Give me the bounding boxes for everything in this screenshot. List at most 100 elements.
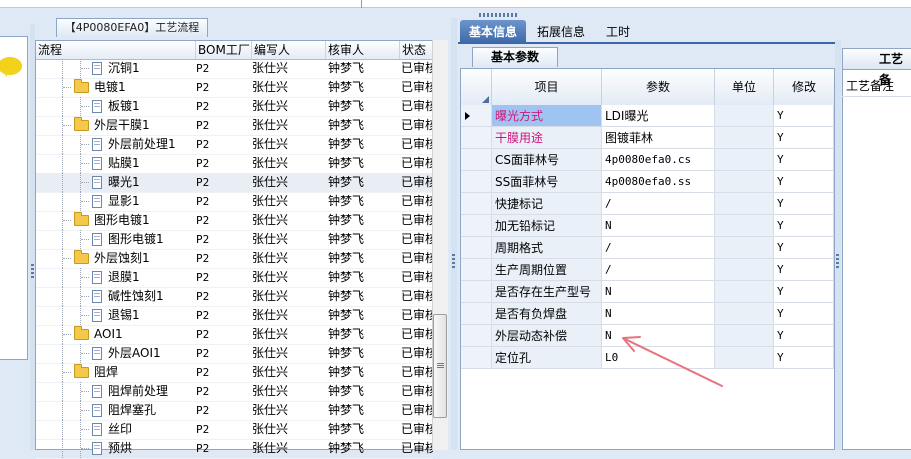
param-unit[interactable]	[715, 281, 774, 303]
param-modify[interactable]: Y	[774, 303, 834, 325]
param-unit[interactable]	[715, 149, 774, 171]
param-value[interactable]: N	[602, 215, 715, 237]
row-indicator[interactable]	[461, 325, 492, 347]
row-indicator[interactable]	[461, 171, 492, 193]
param-header-corner[interactable]	[461, 69, 492, 105]
param-row[interactable]: SS面菲林号 4p0080efa0.ss Y	[461, 171, 834, 193]
row-indicator[interactable]	[461, 149, 492, 171]
param-header-value[interactable]: 参数	[602, 69, 715, 105]
remarks-panel	[842, 48, 911, 450]
param-row[interactable]: 快捷标记 / Y	[461, 193, 834, 215]
tree-row[interactable]: 板镀1 P2 张仕兴 钟梦飞 已审核	[36, 97, 433, 117]
tree-cell-reviewer: 钟梦飞	[328, 365, 365, 379]
param-row[interactable]: 加无铅标记 N Y	[461, 215, 834, 237]
tree-cell-reviewer: 钟梦飞	[328, 99, 365, 113]
param-unit[interactable]	[715, 193, 774, 215]
param-unit[interactable]	[715, 105, 774, 127]
param-modify[interactable]: Y	[774, 325, 834, 347]
tree-folder-row[interactable]: 外层干膜1 P2 张仕兴 钟梦飞 已审核	[36, 116, 433, 136]
tree-header-bom[interactable]: BOM工厂	[196, 41, 252, 59]
tree-folder-row[interactable]: 阻焊 P2 张仕兴 钟梦飞 已审核	[36, 363, 433, 383]
param-row[interactable]: 生产周期位置 / Y	[461, 259, 834, 281]
param-row[interactable]: 是否存在生产型号 N Y	[461, 281, 834, 303]
param-modify[interactable]: Y	[774, 171, 834, 193]
route-tab[interactable]: 【4P0080EFA0】工艺流程	[56, 18, 208, 37]
tree-row[interactable]: 阻焊塞孔 P2 张仕兴 钟梦飞 已审核	[36, 401, 433, 421]
row-indicator[interactable]	[461, 259, 492, 281]
tree-row[interactable]: 碱性蚀刻1 P2 张仕兴 钟梦飞 已审核	[36, 287, 433, 307]
param-value[interactable]: 4p0080efa0.cs	[602, 149, 715, 171]
tree-row[interactable]: 外层前处理1 P2 张仕兴 钟梦飞 已审核	[36, 135, 433, 155]
param-unit[interactable]	[715, 171, 774, 193]
param-header-unit[interactable]: 单位	[715, 69, 774, 105]
param-unit[interactable]	[715, 215, 774, 237]
row-indicator[interactable]	[461, 215, 492, 237]
param-value[interactable]: 图镀菲林	[602, 127, 715, 149]
tree-row[interactable]: 显影1 P2 张仕兴 钟梦飞 已审核	[36, 192, 433, 212]
row-indicator[interactable]	[461, 347, 492, 369]
param-value[interactable]: 4p0080efa0.ss	[602, 171, 715, 193]
param-value[interactable]: N	[602, 281, 715, 303]
tree-row[interactable]: 曝光1 P2 张仕兴 钟梦飞 已审核	[36, 173, 433, 193]
param-modify[interactable]: Y	[774, 237, 834, 259]
param-modify[interactable]: Y	[774, 259, 834, 281]
tab-extended-info[interactable]: 拓展信息	[530, 20, 592, 44]
tree-header-flow[interactable]: 流程	[36, 41, 196, 59]
tree-header-status[interactable]: 状态	[400, 41, 434, 59]
tree-guide	[81, 163, 89, 164]
row-indicator[interactable]	[461, 105, 492, 127]
param-row[interactable]: 曝光方式 LDI曝光 Y	[461, 105, 834, 127]
tree-folder-row[interactable]: 外层蚀刻1 P2 张仕兴 钟梦飞 已审核	[36, 249, 433, 269]
row-indicator[interactable]	[461, 237, 492, 259]
row-indicator[interactable]	[461, 193, 492, 215]
tree-row[interactable]: 外层AOI1 P2 张仕兴 钟梦飞 已审核	[36, 344, 433, 364]
param-value[interactable]: /	[602, 259, 715, 281]
param-unit[interactable]	[715, 237, 774, 259]
tree-folder-row[interactable]: 电镀1 P2 张仕兴 钟梦飞 已审核	[36, 78, 433, 98]
tree-cell-bom: P2	[196, 62, 210, 75]
tab-basic-info[interactable]: 基本信息	[460, 20, 526, 44]
param-value[interactable]: LDI曝光	[602, 105, 715, 127]
tree-scrollbar-thumb[interactable]	[433, 314, 447, 418]
tree-node-name: 阻焊前处理	[108, 384, 169, 398]
row-indicator[interactable]	[461, 303, 492, 325]
param-modify[interactable]: Y	[774, 281, 834, 303]
tree-row[interactable]: 退膜1 P2 张仕兴 钟梦飞 已审核	[36, 268, 433, 288]
param-modify[interactable]: Y	[774, 127, 834, 149]
param-header-modify[interactable]: 修改	[774, 69, 834, 105]
splitter-grip-icon	[452, 254, 455, 268]
param-modify[interactable]: Y	[774, 149, 834, 171]
tree-row[interactable]: 丝印 P2 张仕兴 钟梦飞 已审核	[36, 420, 433, 440]
param-row[interactable]: CS面菲林号 4p0080efa0.cs Y	[461, 149, 834, 171]
param-row[interactable]: 干膜用途 图镀菲林 Y	[461, 127, 834, 149]
tree-header-reviewer[interactable]: 核审人	[326, 41, 400, 59]
param-modify[interactable]: Y	[774, 215, 834, 237]
param-modify[interactable]: Y	[774, 347, 834, 369]
right-splitter[interactable]	[835, 40, 841, 450]
tree-row[interactable]: 阻焊前处理 P2 张仕兴 钟梦飞 已审核	[36, 382, 433, 402]
tree-header-writer[interactable]: 编写人	[252, 41, 326, 59]
param-value[interactable]: /	[602, 193, 715, 215]
tree-row[interactable]: 沉铜1 P2 张仕兴 钟梦飞 已审核	[36, 59, 433, 79]
tree-guide	[81, 448, 89, 449]
param-unit[interactable]	[715, 127, 774, 149]
param-modify[interactable]: Y	[774, 105, 834, 127]
tab-basic-params[interactable]: 基本参数	[472, 47, 558, 67]
tree-row[interactable]: 图形电镀1 P2 张仕兴 钟梦飞 已审核	[36, 230, 433, 250]
param-value[interactable]: /	[602, 237, 715, 259]
chat-bubble-icon[interactable]	[0, 57, 22, 77]
param-unit[interactable]	[715, 259, 774, 281]
tree-row[interactable]: 贴膜1 P2 张仕兴 钟梦飞 已审核	[36, 154, 433, 174]
tab-work-hours[interactable]: 工时	[598, 20, 638, 44]
tree-row[interactable]: 预烘 P2 张仕兴 钟梦飞 已审核	[36, 439, 433, 459]
tree-row[interactable]: 退锡1 P2 张仕兴 钟梦飞 已审核	[36, 306, 433, 326]
param-row[interactable]: 周期格式 / Y	[461, 237, 834, 259]
row-indicator[interactable]	[461, 127, 492, 149]
tree-node-name: 板镀1	[108, 99, 140, 113]
tree-folder-row[interactable]: AOI1 P2 张仕兴 钟梦飞 已审核	[36, 325, 433, 345]
row-indicator[interactable]	[461, 281, 492, 303]
middle-splitter[interactable]	[451, 18, 457, 450]
tree-folder-row[interactable]: 图形电镀1 P2 张仕兴 钟梦飞 已审核	[36, 211, 433, 231]
param-header-item[interactable]: 项目	[492, 69, 602, 105]
param-modify[interactable]: Y	[774, 193, 834, 215]
